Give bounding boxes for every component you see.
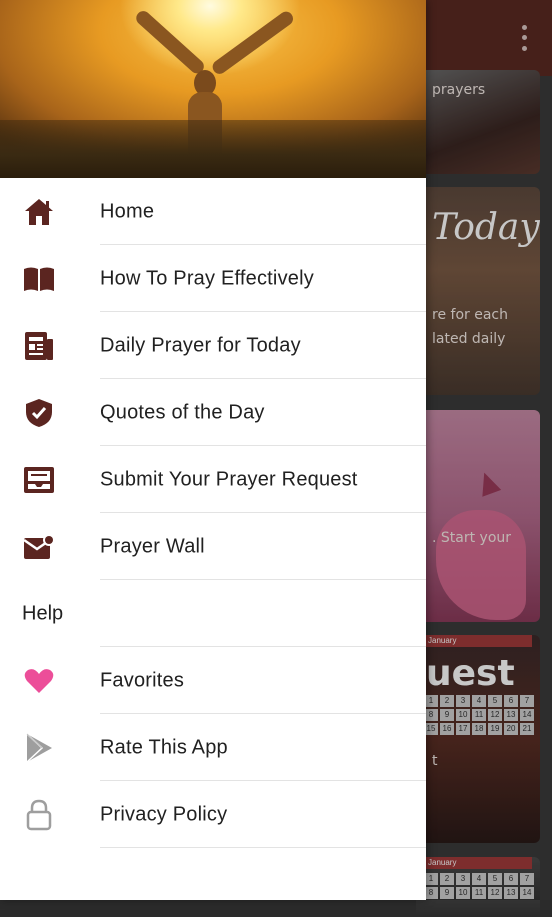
navigation-drawer: Home How To Pray Effectively Daily Praye… xyxy=(0,0,426,900)
menu-item-quotes[interactable]: Quotes of the Day xyxy=(0,379,426,446)
header-figure-arm xyxy=(133,8,207,77)
menu-item-label: Favorites xyxy=(100,669,185,691)
menu-item-favorites[interactable]: Favorites xyxy=(0,647,426,714)
menu-item-label: How To Pray Effectively xyxy=(100,267,314,289)
heart-icon xyxy=(22,664,56,698)
divider xyxy=(100,847,426,848)
menu-item-privacy-policy[interactable]: Privacy Policy xyxy=(0,781,426,848)
menu-item-label: Rate This App xyxy=(100,736,228,758)
shield-check-icon xyxy=(22,396,56,430)
menu-item-label: Prayer Wall xyxy=(100,535,205,557)
drawer-menu: Home How To Pray Effectively Daily Praye… xyxy=(0,178,426,848)
newspaper-icon xyxy=(22,329,56,363)
menu-item-label: Submit Your Prayer Request xyxy=(100,468,358,490)
menu-item-daily-prayer[interactable]: Daily Prayer for Today xyxy=(0,312,426,379)
section-label: Help xyxy=(22,602,64,624)
menu-item-label: Home xyxy=(100,200,155,222)
menu-item-prayer-wall[interactable]: Prayer Wall xyxy=(0,513,426,580)
menu-item-submit-request[interactable]: Submit Your Prayer Request xyxy=(0,446,426,513)
menu-item-label: Privacy Policy xyxy=(100,803,228,825)
help-section-header: Help xyxy=(0,580,426,647)
mail-notification-icon xyxy=(22,530,56,564)
menu-item-label: Quotes of the Day xyxy=(100,401,265,423)
inbox-icon xyxy=(22,463,56,497)
home-icon xyxy=(22,195,56,229)
header-figure-arm xyxy=(209,8,296,77)
menu-item-label: Daily Prayer for Today xyxy=(100,334,301,356)
header-hills xyxy=(0,120,426,178)
menu-item-how-to-pray[interactable]: How To Pray Effectively xyxy=(0,245,426,312)
menu-item-home[interactable]: Home xyxy=(0,178,426,245)
drawer-header-image xyxy=(0,0,426,178)
play-store-icon xyxy=(22,731,56,765)
lock-icon xyxy=(22,798,56,832)
menu-item-rate-app[interactable]: Rate This App xyxy=(0,714,426,781)
book-icon xyxy=(22,262,56,296)
